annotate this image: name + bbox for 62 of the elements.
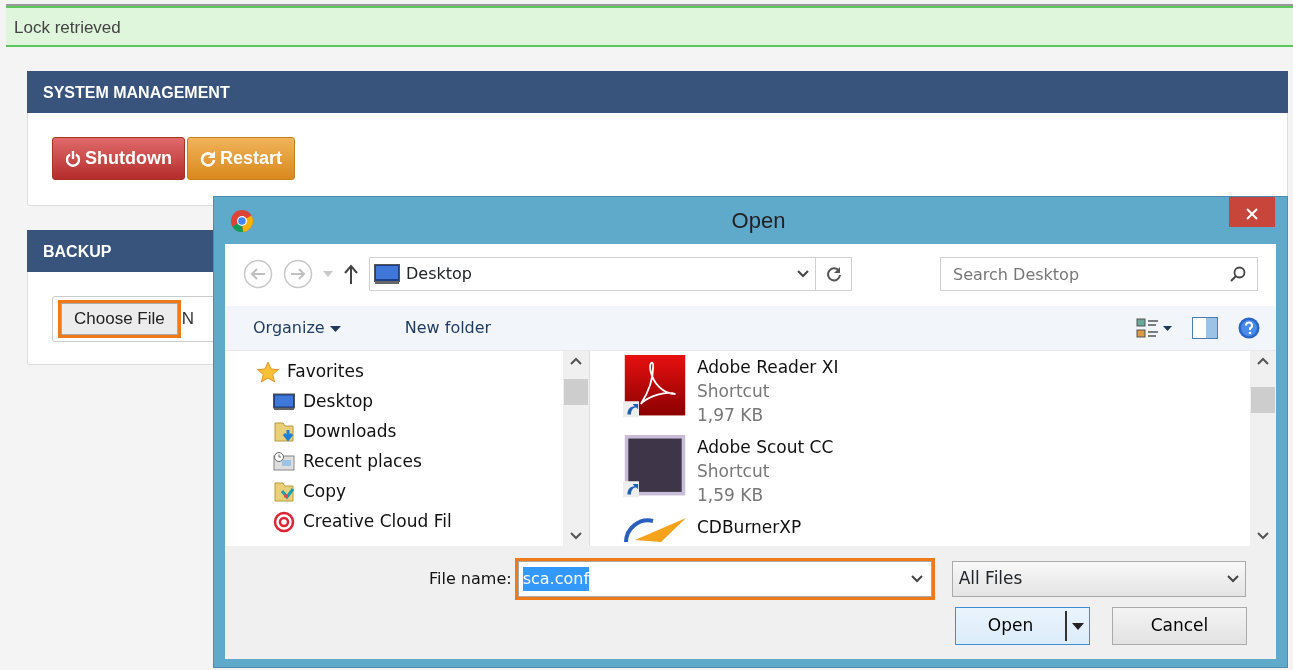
pdf-app-icon (623, 355, 687, 419)
star-icon (257, 361, 279, 383)
up-arrow-icon[interactable] (343, 264, 359, 284)
nav-item[interactable]: Creative Cloud Fil (225, 507, 563, 537)
file-name: CDBurnerXP (697, 516, 802, 539)
file-type: Shortcut (697, 460, 771, 483)
chevron-down-icon (570, 532, 582, 540)
recent-places-icon (273, 451, 295, 473)
monitor-icon (374, 264, 400, 284)
chevron-up-icon (1257, 357, 1269, 365)
address-bar[interactable]: Desktop (369, 257, 852, 291)
panel-header: SYSTEM MANAGEMENT (27, 71, 1288, 113)
download-folder-icon (273, 421, 295, 443)
scout-app-icon (623, 435, 687, 499)
chevron-down-icon[interactable] (797, 270, 809, 278)
chevron-down-icon (910, 575, 923, 583)
folder-icon (273, 481, 295, 503)
open-button[interactable]: Open (955, 607, 1090, 645)
preview-pane-icon[interactable] (1192, 317, 1218, 339)
chevron-down-icon (1257, 532, 1269, 540)
caret-icon (329, 325, 341, 332)
browser-logo-icon (230, 208, 254, 233)
close-button[interactable] (1229, 197, 1275, 227)
file-type-select[interactable]: All Files (951, 561, 1246, 597)
search-field[interactable]: Search Desktop (940, 257, 1258, 291)
cloud-app-icon (273, 511, 295, 533)
file-type: Shortcut (697, 380, 771, 403)
power-icon (65, 149, 81, 168)
file-name-label: File name: (429, 568, 512, 590)
refresh-icon (200, 149, 216, 168)
scrollbar[interactable] (563, 351, 589, 546)
search-icon (1230, 266, 1246, 282)
nav-item[interactable]: Downloads (225, 417, 563, 447)
disc-app-icon (623, 515, 687, 543)
scrollbar[interactable] (1250, 351, 1276, 546)
file-status-text: N (181, 308, 194, 331)
chevron-down-icon (1226, 575, 1239, 583)
success-alert: Lock retrieved (6, 6, 1293, 47)
new-folder-button[interactable]: New folder (392, 314, 504, 342)
help-icon[interactable] (1238, 317, 1260, 339)
nav-item[interactable]: Desktop (225, 387, 563, 417)
scrollbar-thumb[interactable] (1251, 387, 1275, 413)
file-item[interactable]: CDBurnerXP (623, 515, 1250, 545)
close-icon (1246, 207, 1258, 220)
choose-file-button[interactable]: Choose File (61, 303, 178, 335)
file-name: Adobe Reader XI (697, 356, 839, 379)
shutdown-button[interactable]: Shutdown (52, 137, 185, 180)
nav-item[interactable]: Favorites (225, 357, 563, 387)
file-item[interactable]: Adobe Scout CC Shortcut 1,59 KB (623, 435, 1250, 515)
monitor-icon (273, 391, 295, 413)
refresh-icon[interactable] (825, 266, 842, 282)
chevron-up-icon (570, 357, 582, 365)
view-options-icon[interactable] (1136, 317, 1172, 339)
file-item[interactable]: Adobe Reader XI Shortcut 1,97 KB (623, 355, 1250, 435)
nav-item[interactable]: Copy (225, 477, 563, 507)
file-size: 1,97 KB (697, 404, 765, 427)
file-name: Adobe Scout CC (697, 436, 834, 459)
scrollbar-thumb[interactable] (564, 379, 588, 405)
cancel-button[interactable]: Cancel (1112, 607, 1247, 645)
nav-item[interactable]: Recent places (225, 447, 563, 477)
caret-icon (1072, 622, 1084, 630)
file-size: 1,59 KB (697, 484, 765, 507)
